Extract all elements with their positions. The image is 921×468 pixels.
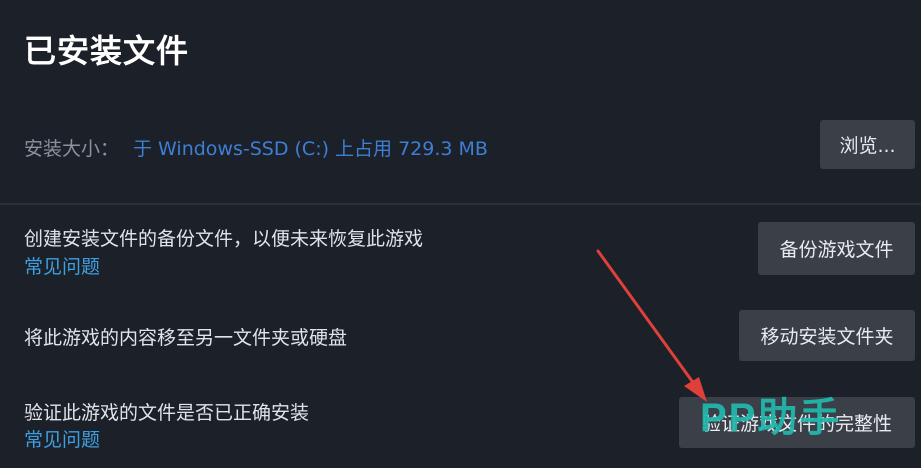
verify-description: 验证此游戏的文件是否已正确安装 (24, 402, 310, 424)
backup-faq-link[interactable]: 常见问题 (24, 252, 100, 279)
backup-game-files-button[interactable]: 备份游戏文件 (758, 222, 915, 275)
install-size-value: 于 Windows-SSD (C:) 上占用 729.3 MB (133, 138, 488, 160)
page-title: 已安装文件 (24, 32, 190, 70)
install-size-label: 安装大小： (24, 138, 120, 160)
install-size-row: 安装大小： 于 Windows-SSD (C:) 上占用 729.3 MB (24, 134, 488, 161)
move-install-folder-button[interactable]: 移动安装文件夹 (739, 310, 915, 361)
watermark-logo: PP助手 (700, 396, 842, 440)
move-description: 将此游戏的内容移至另一文件夹或硬盘 (24, 327, 348, 349)
verify-faq-link[interactable]: 常见问题 (24, 425, 100, 452)
divider (0, 203, 921, 205)
browse-button[interactable]: 浏览... (820, 120, 915, 169)
backup-description: 创建安装文件的备份文件，以便未来恢复此游戏 (24, 228, 424, 250)
arrow-line (596, 249, 699, 390)
